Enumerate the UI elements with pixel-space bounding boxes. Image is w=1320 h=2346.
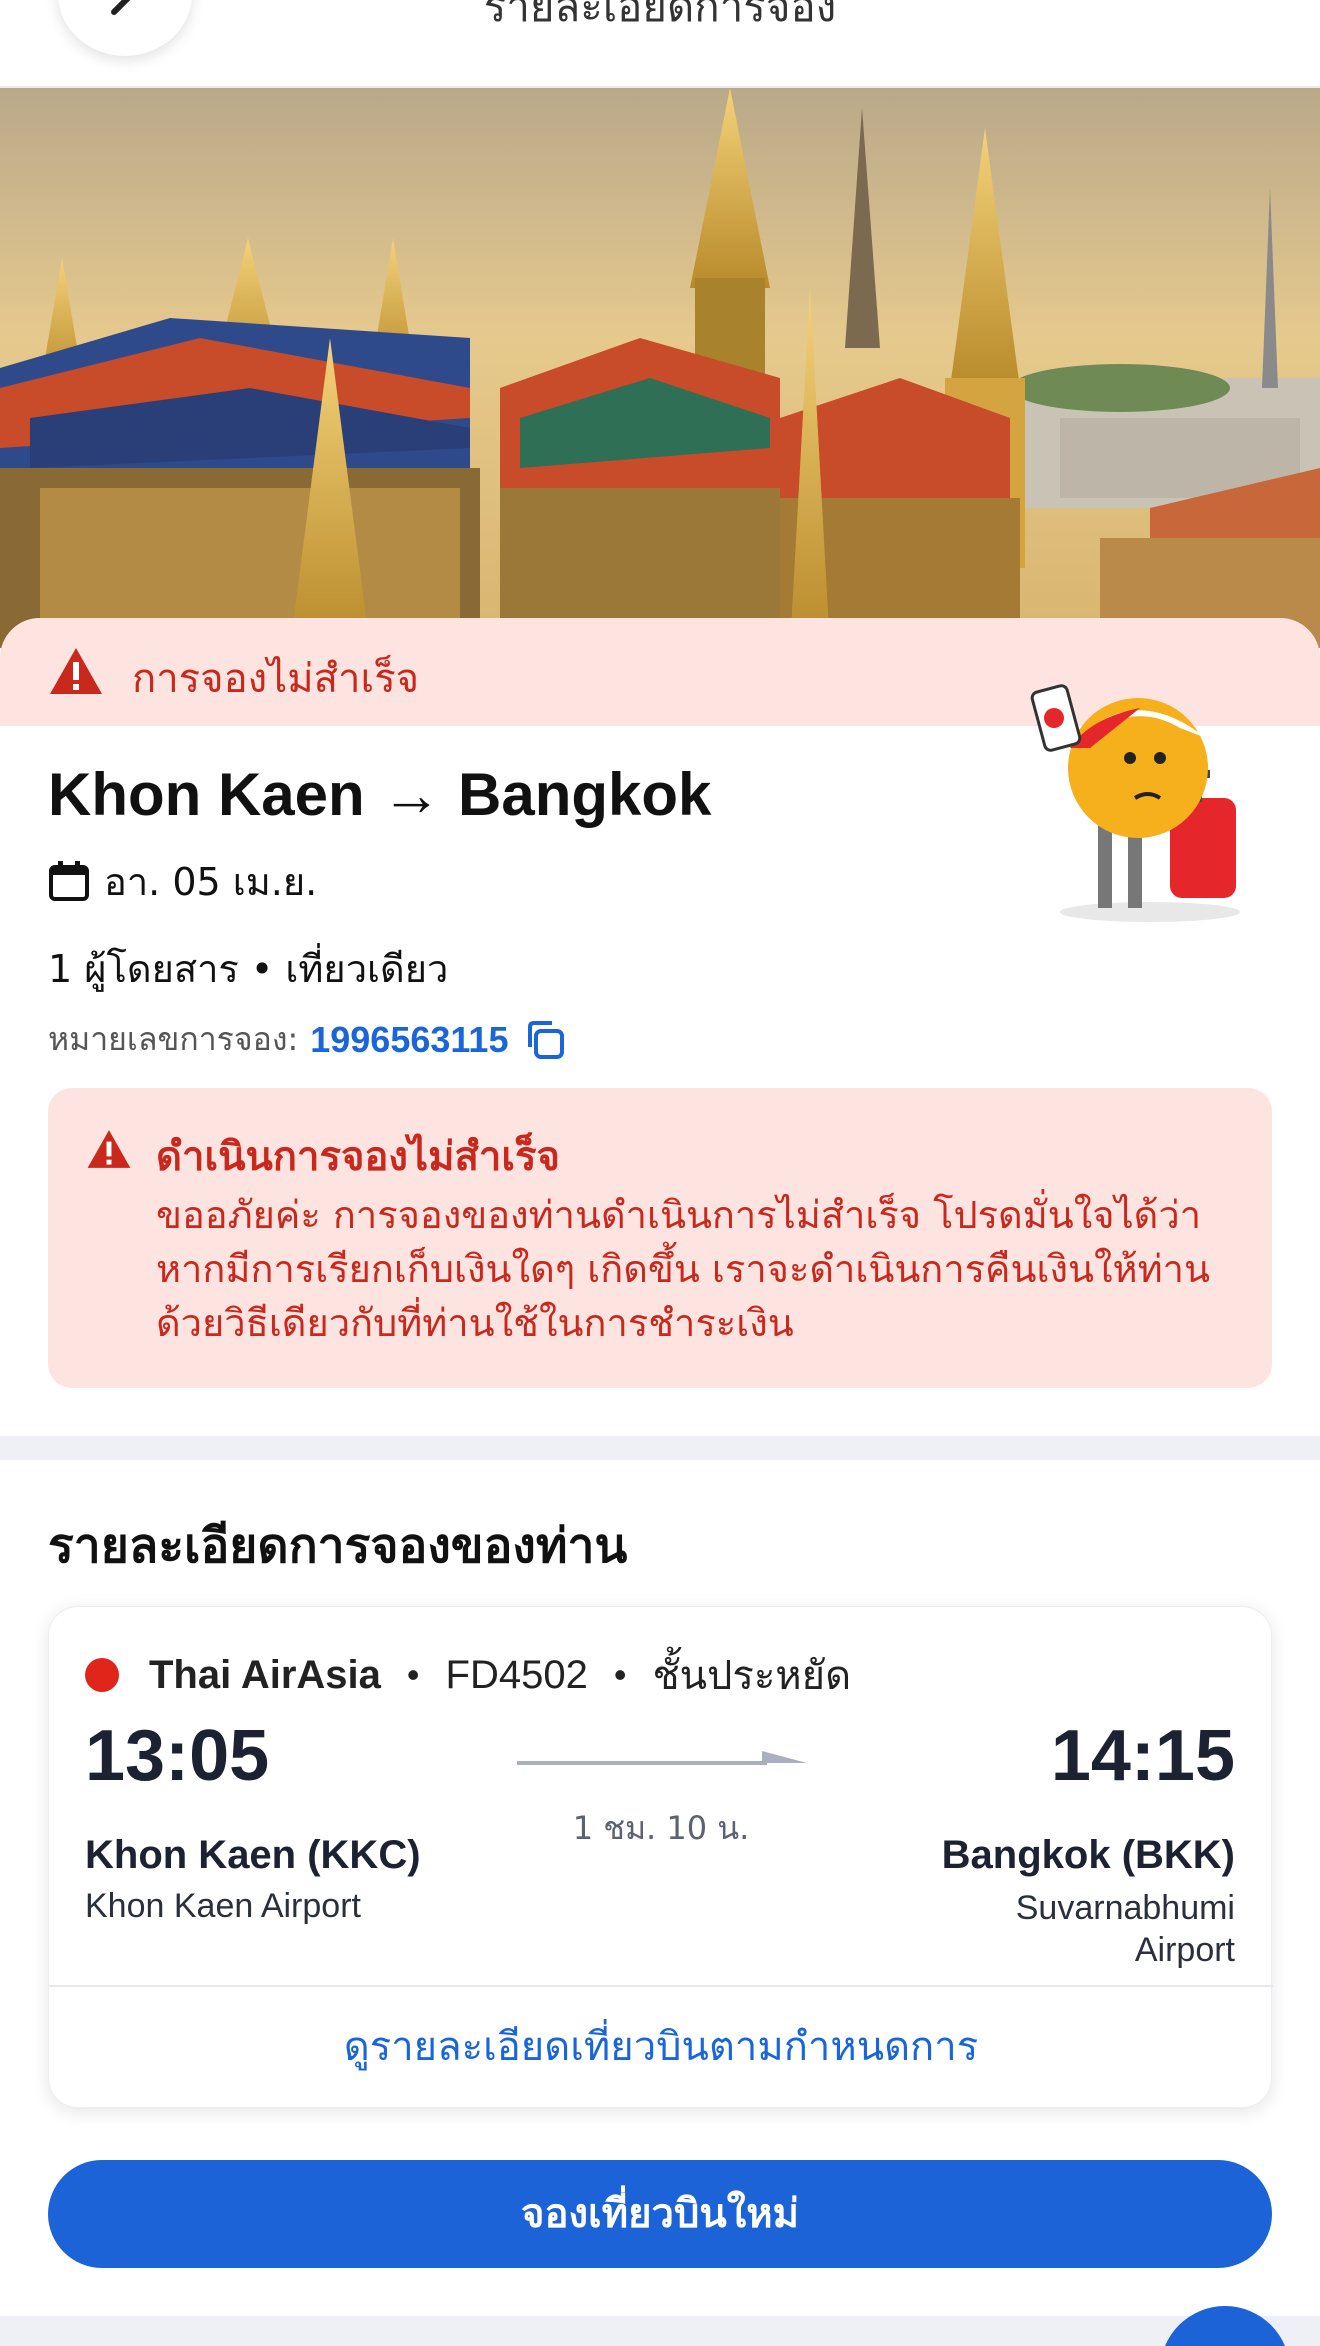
booking-number: 1996563115 <box>310 1018 509 1060</box>
airline-logo <box>85 1658 119 1692</box>
airline-name: Thai AirAsia <box>149 1652 381 1697</box>
flight-segment-card: Thai AirAsia • FD4502 • ชั้นประหยัด 13:0… <box>48 1606 1273 2109</box>
separator-dot: • <box>406 1654 420 1695</box>
section-title: รายละเอียดการจองของท่าน <box>48 1518 628 1574</box>
alert-message: ขออภัยค่ะ การจองของท่านดำเนินการไม่สำเร็… <box>156 1193 1210 1345</box>
arrival-city: Bangkok (BKK) <box>941 1833 1235 1877</box>
destination-hero-image <box>0 88 1320 648</box>
flight-number: FD4502 <box>445 1652 588 1697</box>
separator-dot: • <box>613 1654 627 1695</box>
rebook-flight-button[interactable]: จองเที่ยวบินใหม่ <box>48 2160 1272 2268</box>
page-title: รายละเอียดการจอง <box>483 0 837 30</box>
chevron-left-icon <box>111 0 131 15</box>
flight-arrow-icon <box>517 1751 807 1765</box>
trip-date: อา. 05 เม.ย. <box>48 856 317 906</box>
cabin-class: ชั้นประหยัด <box>652 1653 852 1699</box>
booking-reference: หมายเลขการจอง: 1996563115 <box>48 1014 566 1065</box>
flight-duration: 1 ชม. 10 น. <box>572 1809 750 1847</box>
back-button[interactable] <box>58 0 192 56</box>
passenger-summary: 1 ผู้โดยสาร • เที่ยวเดียว <box>48 947 449 991</box>
calendar-icon <box>49 861 89 901</box>
section-divider <box>0 1436 1320 1460</box>
booking-failed-alert: ดำเนินการจองไม่สำเร็จ ขออภัยค่ะ การจองขอ… <box>48 1088 1272 1388</box>
departure-city: Khon Kaen (KKC) <box>85 1833 421 1877</box>
route-title: Khon Kaen → Bangkok <box>48 761 712 828</box>
status-label: การจองไม่สำเร็จ <box>132 656 420 702</box>
warning-icon <box>50 648 102 694</box>
flight-header: Thai AirAsia • FD4502 • ชั้นประหยัด <box>85 1643 851 1707</box>
booking-number-label: หมายเลขการจอง: <box>48 1020 299 1058</box>
departure-airport: Khon Kaen Airport <box>85 1887 361 1925</box>
view-flight-details-link[interactable]: ดูรายละเอียดเที่ยวบินตามกำหนดการ <box>49 1985 1273 2109</box>
copy-icon[interactable] <box>524 1019 566 1061</box>
section-divider <box>0 2316 1320 2346</box>
arrival-time: 14:15 <box>1050 1716 1235 1796</box>
date-label: อา. 05 เม.ย. <box>104 859 318 904</box>
mascot-illustration <box>1030 684 1240 922</box>
alert-title: ดำเนินการจองไม่สำเร็จ <box>156 1134 560 1180</box>
warning-icon <box>87 1130 131 1168</box>
booking-summary-card: การจองไม่สำเร็จ Khon Kaen → Bangkok อา. … <box>0 618 1320 2346</box>
arrival-airport: Suvarnabhumi Airport <box>1015 1889 1235 1969</box>
departure-time: 13:05 <box>85 1716 270 1796</box>
top-app-bar: รายละเอียดการจอง <box>0 0 1320 88</box>
